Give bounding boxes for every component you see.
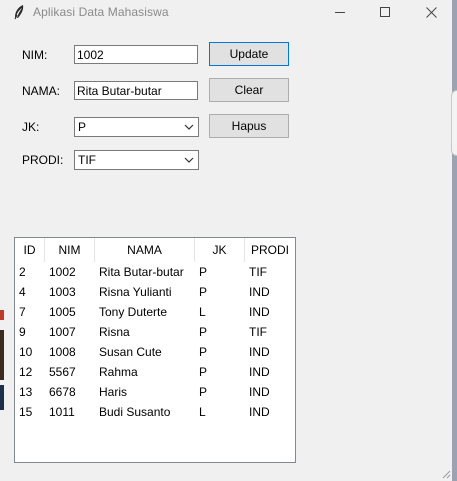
desktop-decoration [0, 310, 4, 410]
table-row[interactable]: 10 1008 Susan Cute P IND [15, 342, 295, 362]
jk-select[interactable]: P [74, 117, 199, 137]
table-row[interactable]: 13 6678 Haris P IND [15, 382, 295, 402]
cell-prodi: IND [249, 385, 270, 399]
prodi-select-value: TIF [78, 153, 96, 167]
jk-select-value: P [78, 120, 87, 134]
cell-id: 13 [19, 385, 33, 399]
jk-label: JK: [22, 120, 40, 134]
cell-id: 10 [19, 345, 33, 359]
nim-input[interactable] [74, 45, 198, 64]
cell-nama: Tony Duterte [99, 305, 168, 319]
nama-label: NAMA: [22, 84, 61, 98]
cell-id: 2 [19, 265, 26, 279]
mahasiswa-table[interactable]: ID NIM NAMA JK PRODI 2 1002 Rita Butar-b… [14, 237, 296, 463]
cell-nama: Budi Susanto [99, 405, 171, 419]
column-header-prodi[interactable]: PRODI [245, 238, 295, 262]
window-title: Aplikasi Data Mahasiswa [33, 5, 169, 19]
close-icon [425, 6, 437, 18]
cell-prodi: IND [249, 365, 270, 379]
cell-id: 7 [19, 305, 26, 319]
cell-prodi: TIF [249, 325, 267, 339]
cell-prodi: IND [249, 305, 270, 319]
cell-nama: Rita Butar-butar [99, 265, 184, 279]
cell-nama: Rahma [99, 365, 138, 379]
cell-prodi: IND [249, 345, 270, 359]
column-header-nama[interactable]: NAMA [95, 238, 195, 262]
cell-nim: 1011 [49, 405, 75, 419]
chevron-down-icon [184, 124, 194, 130]
cell-id: 4 [19, 285, 26, 299]
cell-prodi: IND [249, 285, 270, 299]
cell-jk: P [199, 345, 208, 359]
cell-nim: 1003 [49, 285, 76, 299]
table-row[interactable]: 12 5567 Rahma P IND [15, 362, 295, 382]
resize-grip-icon[interactable] [441, 469, 451, 479]
update-button[interactable]: Update [209, 42, 289, 66]
nim-label: NIM: [22, 48, 48, 62]
table-header: ID NIM NAMA JK PRODI [15, 238, 295, 262]
cell-nim: 5567 [49, 365, 76, 379]
column-header-nim[interactable]: NIM [45, 238, 95, 262]
cell-jk: L [199, 405, 206, 419]
cell-jk: P [199, 325, 208, 339]
nama-input[interactable] [74, 81, 198, 100]
column-header-id[interactable]: ID [15, 238, 45, 262]
cell-nama: Haris [99, 385, 128, 399]
cell-nama: Risna Yulianti [99, 285, 172, 299]
cell-nama: Susan Cute [99, 345, 162, 359]
cell-prodi: IND [249, 405, 270, 419]
cell-jk: P [199, 265, 208, 279]
maximize-icon [380, 7, 390, 17]
feather-icon [14, 5, 24, 20]
column-header-jk[interactable]: JK [195, 238, 245, 262]
hapus-button[interactable]: Hapus [209, 114, 289, 138]
prodi-select[interactable]: TIF [74, 150, 199, 170]
cell-nim: 1008 [49, 345, 76, 359]
close-button[interactable] [408, 0, 454, 24]
table-row[interactable]: 15 1011 Budi Susanto L IND [15, 402, 295, 422]
maximize-button[interactable] [362, 0, 408, 24]
table-row[interactable]: 7 1005 Tony Duterte L IND [15, 302, 295, 322]
table-body: 2 1002 Rita Butar-butar P TIF 4 1003 Ris… [15, 262, 295, 422]
table-row[interactable]: 4 1003 Risna Yulianti P IND [15, 282, 295, 302]
table-row[interactable]: 2 1002 Rita Butar-butar P TIF [15, 262, 295, 282]
cell-jk: P [199, 365, 208, 379]
adjacent-window-edge [451, 90, 457, 156]
cell-nim: 1007 [49, 325, 76, 339]
minimize-button[interactable] [317, 0, 363, 24]
table-row[interactable]: 9 1007 Risna P TIF [15, 322, 295, 342]
desktop-background [452, 0, 457, 481]
chevron-down-icon [184, 157, 194, 163]
cell-nim: 6678 [49, 385, 76, 399]
cell-id: 12 [19, 365, 33, 379]
app-window: Aplikasi Data Mahasiswa NIM: NAMA: JK: P… [0, 0, 457, 481]
cell-prodi: TIF [249, 265, 267, 279]
cell-jk: L [199, 305, 206, 319]
cell-nama: Risna [99, 325, 130, 339]
cell-jk: P [199, 385, 208, 399]
cell-id: 15 [19, 405, 33, 419]
cell-id: 9 [19, 325, 26, 339]
cell-jk: P [199, 285, 208, 299]
prodi-label: PRODI: [22, 153, 64, 167]
clear-button[interactable]: Clear [209, 78, 289, 102]
cell-nim: 1005 [49, 305, 76, 319]
cell-nim: 1002 [49, 265, 76, 279]
minimize-icon [335, 12, 345, 13]
title-bar[interactable]: Aplikasi Data Mahasiswa [0, 0, 457, 24]
